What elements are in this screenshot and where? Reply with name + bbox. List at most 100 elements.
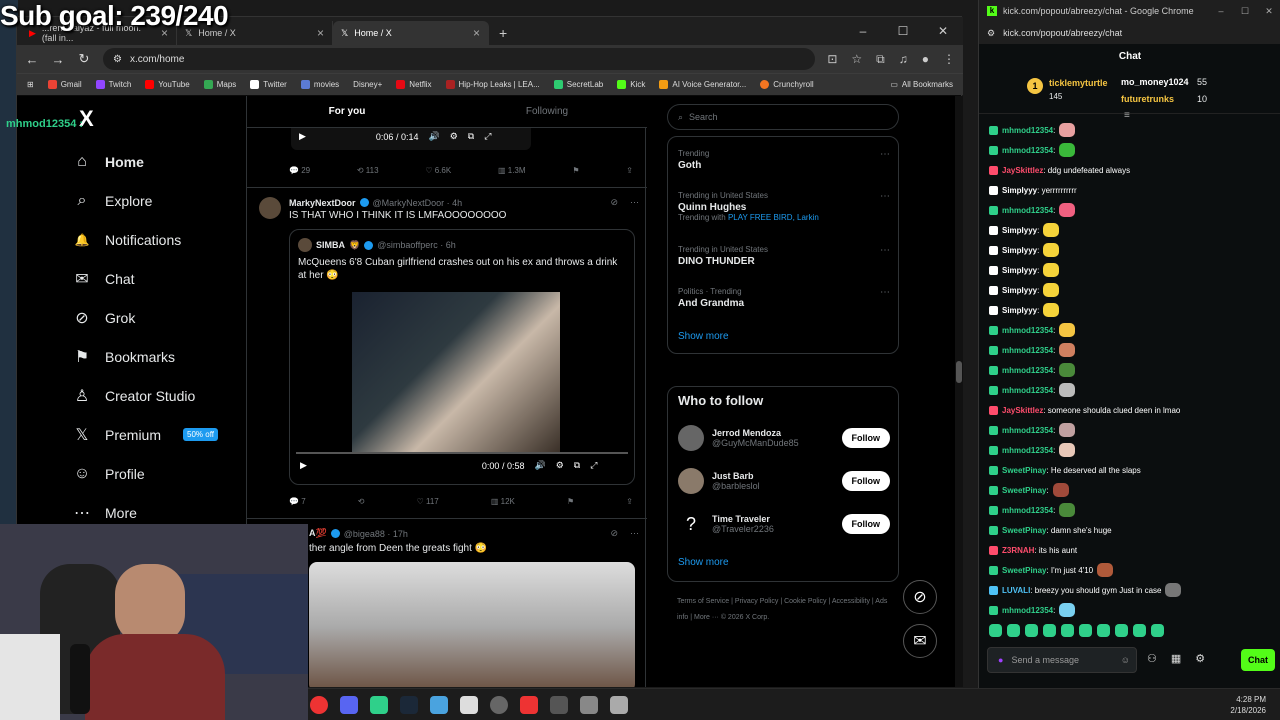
settings-icon[interactable]: ⚙ (450, 131, 458, 142)
discord-icon[interactable] (340, 695, 358, 714)
chat-username[interactable]: LUVALI (1002, 586, 1030, 595)
obs-icon[interactable] (490, 695, 508, 714)
tweet-more-icon[interactable]: ⋯ (630, 528, 639, 539)
volume-icon[interactable]: 🔊 (534, 460, 545, 471)
bookmark-tweet-icon[interactable]: ⚑ (572, 166, 579, 175)
emote-icon[interactable] (1115, 624, 1128, 637)
chat-username[interactable]: SweetPinay (1002, 566, 1046, 575)
fullscreen-icon[interactable]: ⤢ (590, 460, 597, 471)
chat-username[interactable]: JaySkittlez (1002, 406, 1043, 415)
tweet-more-icon[interactable]: ⋯ (630, 197, 639, 208)
apps-icon[interactable]: ⊞ (27, 80, 34, 89)
chat-input[interactable]: ● Send a message ☺ (987, 647, 1137, 673)
bookmark-youtube[interactable]: YouTube (145, 80, 190, 89)
send-chat-button[interactable]: Chat (1241, 649, 1275, 671)
quoted-tweet[interactable]: SIMBA 🦁 @simbaoffperc · 6h McQueens 6'8 Cu… (289, 229, 635, 485)
chat-username[interactable]: mhmod12354 (1002, 346, 1053, 355)
bookmark-maps[interactable]: Maps (203, 80, 236, 89)
grok-tweet-icon[interactable]: ⊘ (610, 528, 618, 539)
close-tab-icon[interactable]: × (317, 26, 324, 40)
tab-following[interactable]: Following (447, 96, 647, 127)
play-icon[interactable]: ▶ (300, 460, 307, 471)
app-icon[interactable] (550, 695, 568, 714)
maximize-icon[interactable]: ☐ (1233, 6, 1257, 17)
share-icon[interactable]: ⇪ (626, 497, 633, 506)
repost-icon[interactable]: ⟲ 113 (357, 166, 379, 175)
reload-icon[interactable]: ↻ (77, 51, 91, 67)
chat-username[interactable]: mhmod12354 (1002, 606, 1053, 615)
chat-username[interactable]: Simplyyy (1002, 286, 1037, 295)
emote-icon[interactable] (1025, 624, 1038, 637)
bookmark-twitter[interactable]: Twitter (250, 80, 287, 89)
reply-icon[interactable]: 💬 29 (289, 166, 310, 175)
bookmark-kick[interactable]: Kick (617, 80, 645, 89)
app-icon[interactable] (580, 695, 598, 714)
repost-icon[interactable]: ⟲ (358, 497, 365, 506)
bookmark-tweet-icon[interactable]: ⚑ (567, 497, 574, 506)
extensions-icon[interactable]: ⧉ (876, 52, 885, 67)
volume-icon[interactable]: 🔊 (428, 131, 439, 142)
like-icon[interactable]: ♡ 117 (417, 497, 439, 506)
chat-username[interactable]: SweetPinay (1002, 466, 1046, 475)
pip-icon[interactable]: ⧉ (468, 131, 474, 142)
nav-creator-studio[interactable]: ♙ Creator Studio (73, 376, 218, 415)
explorer-icon[interactable] (430, 695, 448, 714)
chat-username[interactable]: mhmod12354 (1002, 126, 1053, 135)
emote-icon[interactable] (1133, 624, 1146, 637)
tab-x-home-2[interactable]: 𝕏 Home / X × (333, 21, 489, 45)
messages-fab-icon[interactable]: ✉ (903, 624, 937, 658)
settings-icon[interactable]: ⚙ (1195, 652, 1205, 665)
emote-icon[interactable] (1007, 624, 1020, 637)
nav-chat[interactable]: ✉ Chat (73, 259, 218, 298)
views-icon[interactable]: ▥ 12K (491, 497, 515, 506)
store-icon[interactable]: ▦ (1171, 652, 1181, 665)
trend-item[interactable]: Trending in United States DINO THUNDER ⋯ (678, 245, 890, 267)
new-tab-button[interactable]: + (489, 21, 517, 45)
chat-username[interactable]: Simplyyy (1002, 306, 1037, 315)
app-icon[interactable] (520, 695, 538, 714)
nav-notifications[interactable]: 🔔 Notifications (73, 220, 218, 259)
bookmark-gmail[interactable]: Gmail (47, 80, 82, 89)
chat-username[interactable]: mhmod12354 (1002, 426, 1053, 435)
install-icon[interactable]: ⊡ (827, 52, 837, 67)
chat-username[interactable]: SweetPinay (1002, 486, 1046, 495)
chat-username[interactable]: JaySkittlez (1002, 166, 1043, 175)
show-more-link[interactable]: Show more (678, 557, 729, 568)
show-more-link[interactable]: Show more (678, 331, 729, 342)
bookmark-ai-voice[interactable]: AI Voice Generator... (659, 80, 746, 89)
views-icon[interactable]: ▥ 1.3M (498, 166, 526, 175)
video-player[interactable]: ▶ 0:06 / 0:14 🔊 ⚙ ⧉ ⤢ (291, 128, 531, 150)
play-icon[interactable]: ▶ (299, 131, 306, 142)
trend-item[interactable]: Trending Goth ⋯ (678, 149, 890, 171)
close-tab-icon[interactable]: × (473, 26, 480, 40)
bookmark-netflix[interactable]: Netflix (396, 80, 432, 89)
chrome-icon[interactable] (310, 695, 328, 714)
chat-username[interactable]: Simplyyy (1002, 226, 1037, 235)
address-bar[interactable]: ⚙ x.com/home (103, 48, 816, 70)
bookmark-movies[interactable]: movies (300, 80, 339, 89)
nav-explore[interactable]: ⌕ Explore (73, 181, 218, 220)
tab-for-you[interactable]: For you (247, 96, 447, 127)
follow-button[interactable]: Follow (841, 514, 890, 534)
notes-icon[interactable] (460, 695, 478, 714)
nav-home[interactable]: ⌂ Home (73, 142, 218, 181)
chat-username[interactable]: mhmod12354 (1002, 366, 1053, 375)
clock[interactable]: 4:28 PM 2/18/2026 (1230, 694, 1266, 716)
emote-icon[interactable] (1097, 624, 1110, 637)
maximize-icon[interactable]: ☐ (883, 17, 923, 45)
back-icon[interactable]: ← (25, 52, 39, 67)
chat-username[interactable]: SweetPinay (1002, 526, 1046, 535)
follow-suggestion[interactable]: Jerrod Mendoza @GuyMcManDude85 Follow (678, 425, 890, 451)
tweet-video[interactable] (309, 562, 635, 687)
x-footer[interactable]: Terms of Service | Privacy Policy | Cook… (677, 594, 897, 626)
chat-username[interactable]: mhmod12354 (1002, 446, 1053, 455)
emote-icon[interactable] (1079, 624, 1092, 637)
menu-icon[interactable]: ⋮ (943, 52, 955, 67)
share-icon[interactable]: ⇪ (626, 166, 633, 175)
chat-username[interactable]: mhmod12354 (1002, 206, 1053, 215)
bookmark-secretlab[interactable]: SecretLab (553, 80, 603, 89)
steam-icon[interactable] (400, 695, 418, 714)
quoted-video[interactable] (352, 292, 560, 452)
avatar[interactable] (259, 197, 281, 219)
nav-bookmarks[interactable]: ⚑ Bookmarks (73, 337, 218, 376)
